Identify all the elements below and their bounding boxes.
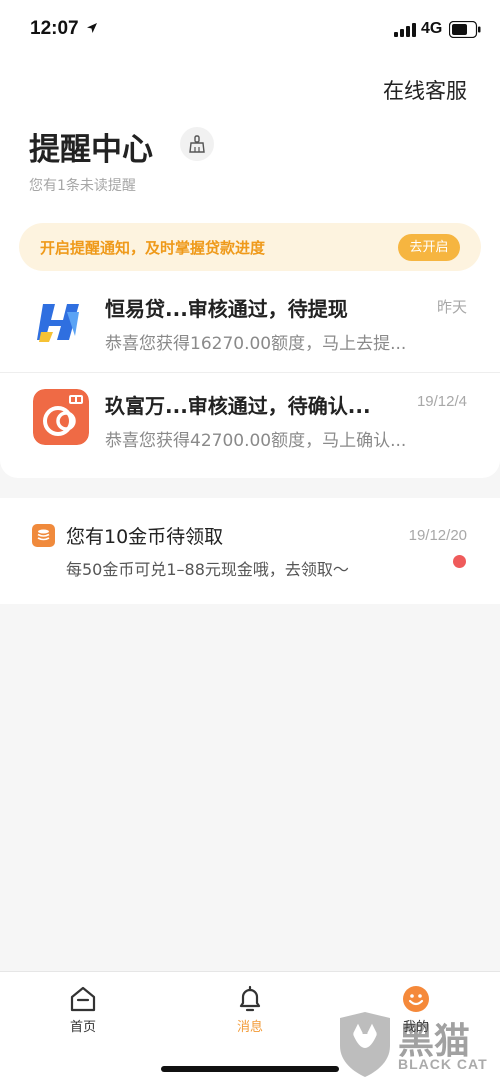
message-title: 恒易贷...审核通过，待提现: [105, 297, 348, 321]
message-desc: 恭喜您获得16270.00额度，马上去提...: [105, 334, 407, 354]
network-label: 4G: [421, 20, 443, 37]
bell-icon: [239, 985, 261, 1012]
broom-icon: [189, 135, 205, 153]
app-logo-icon: [33, 389, 89, 445]
status-bar: 12:07 4G: [0, 0, 500, 60]
coin-desc: 每50金币可兑1–88元现金哦，去领取～: [66, 560, 349, 579]
message-desc: 恭喜您获得42700.00额度，马上确认...: [105, 431, 407, 451]
message-time: 19/12/4: [416, 393, 467, 410]
home-indicator: [161, 1066, 339, 1072]
message-item[interactable]: 玖富万...审核通过，待确认... 恭喜您获得42700.00额度，马上确认..…: [0, 372, 500, 468]
home-icon: [70, 986, 96, 1012]
message-item[interactable]: 恒易贷...审核通过，待提现 恭喜您获得16270.00额度，马上去提... 昨…: [0, 276, 500, 372]
status-time: 12:07: [30, 18, 79, 39]
enable-notifications-button[interactable]: 去开启: [398, 234, 460, 261]
watermark: 黑猫 BLACK CAT: [336, 1010, 496, 1080]
battery-icon: [449, 21, 481, 38]
notification-banner-text: 开启提醒通知，及时掌握贷款进度: [40, 239, 266, 257]
tab-label: 首页: [69, 1020, 96, 1035]
tab-messages[interactable]: 消息: [190, 972, 310, 1042]
cat-shield-icon: [340, 1012, 390, 1077]
unread-dot: [453, 555, 466, 568]
notification-banner: 开启提醒通知，及时掌握贷款进度 去开启: [19, 223, 481, 271]
coin-stack-icon: [32, 524, 55, 547]
coin-reminder-item[interactable]: 您有10金币待领取 每50金币可兑1–88元现金哦，去领取～ 19/12/20: [0, 498, 500, 604]
watermark-text: BLACK CAT: [398, 1056, 488, 1072]
location-arrow-icon: [87, 23, 97, 33]
coin-title: 您有10金币待领取: [66, 526, 224, 548]
tab-home[interactable]: 首页: [23, 972, 143, 1042]
unread-hint: 您有1条未读提醒: [29, 178, 136, 194]
message-title: 玖富万...审核通过，待确认...: [105, 394, 371, 418]
page-title: 提醒中心: [29, 132, 153, 168]
tab-label: 消息: [236, 1020, 263, 1035]
online-service-link[interactable]: 在线客服: [383, 75, 467, 105]
clear-reminders-button[interactable]: [180, 127, 214, 161]
app-logo-icon: [33, 292, 89, 348]
signal-icon: [394, 23, 416, 37]
message-time: 昨天: [436, 299, 467, 316]
coin-time: 19/12/20: [408, 527, 467, 544]
